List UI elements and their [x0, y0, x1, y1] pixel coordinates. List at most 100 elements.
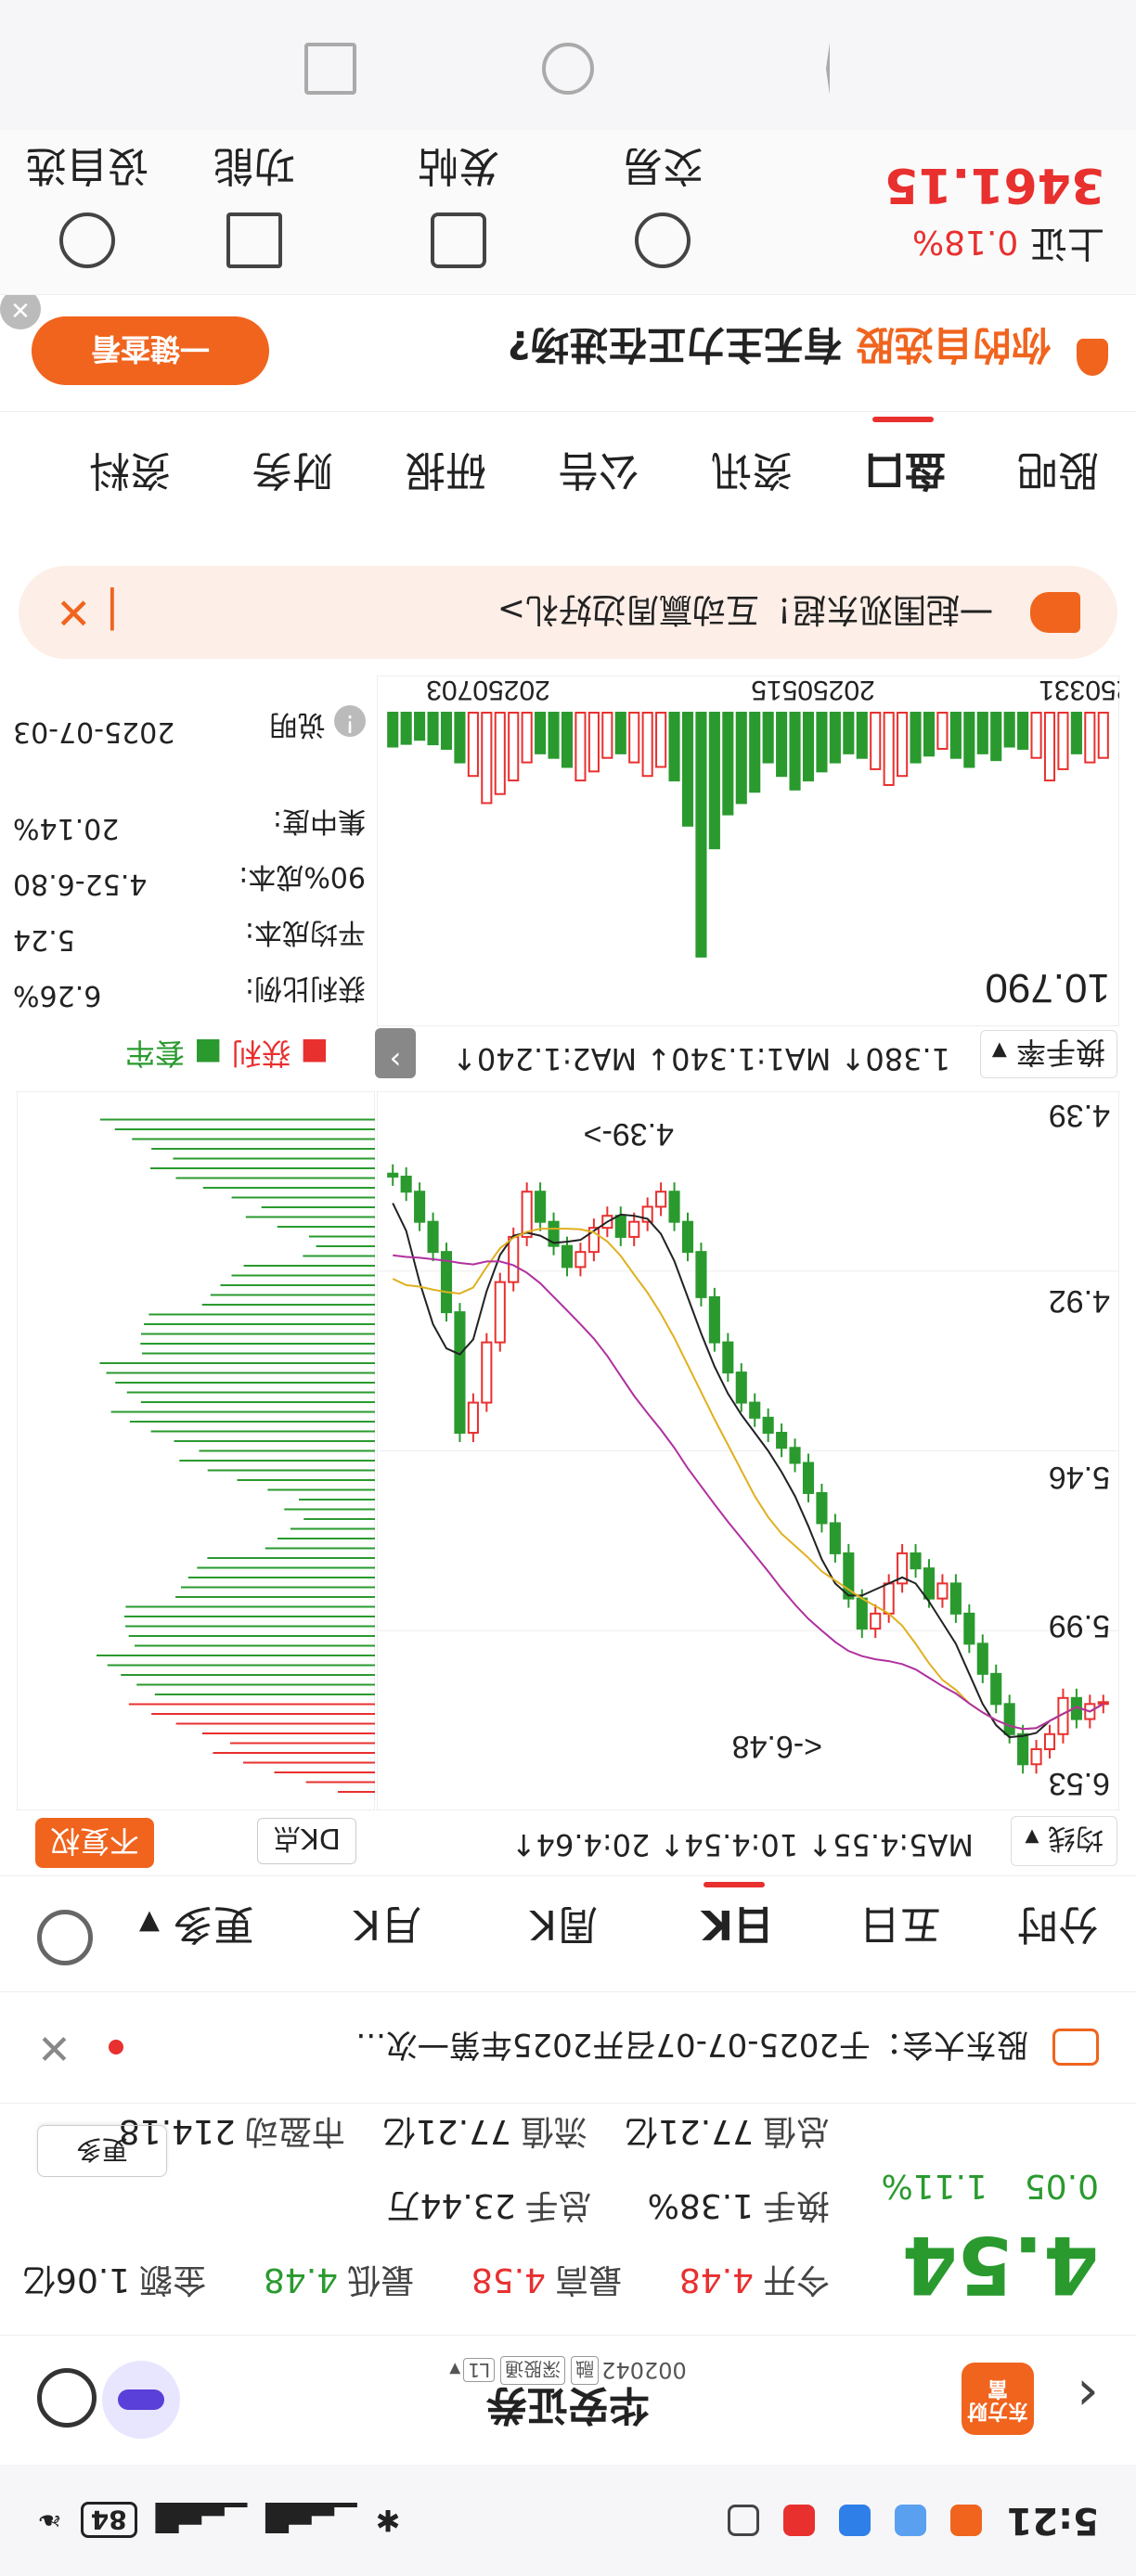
tab-research[interactable]: 研报 [405, 444, 486, 504]
kline-chart[interactable]: 6.53 5.99 5.46 4.92 4.39 <-6.48 4.39-> [377, 1091, 1119, 1810]
volume-bar [762, 712, 774, 764]
candle [708, 1295, 720, 1344]
chip-label: 获利比例: [244, 972, 366, 1004]
recent-apps-icon[interactable] [304, 43, 356, 95]
assistant-avatar[interactable] [102, 2361, 180, 2439]
tab-order-book[interactable]: 盘口 [864, 444, 946, 504]
candle [574, 1251, 587, 1269]
volume-bar [735, 712, 747, 805]
tab-intraday[interactable]: 分时 [1017, 1899, 1099, 1958]
collapse-icon[interactable]: › [375, 1028, 416, 1078]
tab-5day[interactable]: 五日 [859, 1899, 941, 1958]
volume-chart[interactable]: 10.790 20250331 20250515 20250703 [377, 676, 1119, 1026]
gear-icon[interactable] [37, 1910, 93, 1965]
more-quote-button[interactable]: 更多 [37, 2125, 167, 2177]
candle [508, 1235, 520, 1283]
candle [1030, 1748, 1042, 1766]
post-button[interactable]: 发帖 [384, 140, 533, 268]
promo-bar[interactable]: 一起围观东超！互动赢周边好礼> | ✕ [0, 550, 1136, 676]
candle [614, 1215, 626, 1238]
dropdown-icon[interactable]: ▾ [449, 2358, 460, 2384]
price-change: 0.05 1.11% [881, 2167, 1099, 2205]
quote-label: 市盈动 [244, 2112, 345, 2150]
volume-bar [1043, 712, 1056, 782]
function-button[interactable]: 功能 [180, 140, 329, 268]
candle [910, 1552, 922, 1570]
volume-bar [949, 711, 962, 759]
date-tick-label: 20250515 [751, 676, 874, 705]
tab-forum[interactable]: 股吧 [1017, 444, 1099, 504]
chip-date: 2025-07-03 [13, 715, 175, 748]
dk-point-button[interactable]: DK点 [257, 1818, 356, 1864]
stock-code: 002042 [601, 2357, 687, 2384]
info-note[interactable]: ! 说明 [269, 705, 366, 748]
function-label: 功能 [213, 142, 295, 189]
back-nav-icon[interactable] [826, 43, 830, 95]
trade-button[interactable]: 交易 [588, 140, 737, 268]
tab-day-k[interactable]: 日K [702, 1899, 774, 1958]
tab-more[interactable]: 更多 ▾ [139, 1899, 254, 1958]
volume-bar [655, 711, 667, 768]
home-nav-icon[interactable] [542, 43, 594, 95]
chip-value: 4.52-6.80 [13, 868, 148, 900]
ad-banner[interactable]: 你的自选股 有无主力正在进场? 一键查看 ✕ [0, 289, 1136, 411]
date-tick-label: 20250703 [426, 676, 549, 705]
trade-icon [635, 213, 691, 268]
volume-bar [722, 712, 734, 816]
price-axis-label: 5.99 [1049, 1608, 1110, 1643]
volume-bar [440, 711, 453, 750]
volume-bar [481, 712, 493, 805]
volume-bar [990, 712, 1002, 762]
view-now-button[interactable]: 一键查看 [32, 316, 269, 385]
volume-bar [923, 712, 936, 757]
volume-bar [789, 712, 801, 791]
ad-text: 你的自选股 有无主力正在进场? [508, 319, 1051, 376]
notice-bar[interactable]: 股东大会：于2025-07-07召开2025年第一次... ✕ [0, 1991, 1136, 2103]
status-bar: 5:21 ✱ ▁▃▅▇ ▁▃▅▇ 84 ❧ [0, 2465, 1136, 2576]
adjust-button[interactable]: 不复权 [34, 1818, 154, 1868]
quote-label: 流值 [520, 2112, 587, 2150]
bluetooth-icon: ✱ [375, 2503, 401, 2538]
ma-values: MA5:4.55↑ 10:4.54↑ 20:4.64↑ [510, 1827, 974, 1862]
pay-notification-icon [839, 2505, 871, 2536]
close-icon[interactable]: | ✕ [56, 588, 120, 638]
tab-week-k[interactable]: 周K [530, 1899, 598, 1958]
volume-bar [1057, 711, 1069, 770]
tab-announcements[interactable]: 公告 [558, 444, 639, 504]
volume-bar [695, 712, 707, 958]
volume-bar [681, 711, 694, 827]
candle [870, 1612, 882, 1630]
volume-bar [508, 712, 520, 782]
volume-indicator-selector[interactable]: 换手率 ▾ [979, 1030, 1117, 1078]
quote-value: 4.48 [678, 2260, 754, 2299]
chip-label: 集中度: [272, 805, 366, 837]
date-tick-label: 20250331 [1039, 676, 1119, 705]
candle [776, 1432, 788, 1449]
quote-label: 总值 [762, 2112, 830, 2150]
active-tab-underline [704, 1882, 765, 1887]
close-icon[interactable]: ✕ [37, 2024, 71, 2071]
volume-bar [936, 711, 949, 750]
notice-text: 股东大会：于2025-07-07召开2025年第一次... [355, 2026, 1028, 2063]
info-tabs: 股吧 盘口 资讯 公告 研报 财务 资料 [0, 411, 1136, 550]
ad-highlight: 你的自选股 [855, 322, 1051, 367]
search-icon[interactable] [37, 2368, 97, 2428]
tab-news[interactable]: 资讯 [711, 444, 793, 504]
index-ticker[interactable]: 上证 0.18% 3461.15 [884, 157, 1104, 274]
turnover-values: 1.380↑ MA1:1.340↓ MA2:1.240↑ [452, 1041, 950, 1076]
volume-bar [1017, 711, 1029, 750]
tab-profile[interactable]: 资料 [89, 444, 171, 504]
ad-text-rest: 有无主力正在进场? [507, 322, 843, 367]
tab-month-k[interactable]: 月K [354, 1899, 421, 1958]
tab-finance[interactable]: 财务 [252, 444, 333, 504]
candle [963, 1612, 975, 1645]
candle [1003, 1703, 1015, 1735]
volume-bar [749, 711, 761, 793]
candle [722, 1341, 734, 1374]
price-axis-label: 4.39 [1049, 1098, 1110, 1133]
add-watchlist-button[interactable]: 设自选 [13, 140, 161, 268]
volume-bar [494, 712, 506, 795]
indicator-selector[interactable]: 均线 ▾ [1011, 1816, 1117, 1866]
chip-value: 6.26% [13, 979, 102, 1011]
volume-bar [641, 711, 653, 778]
